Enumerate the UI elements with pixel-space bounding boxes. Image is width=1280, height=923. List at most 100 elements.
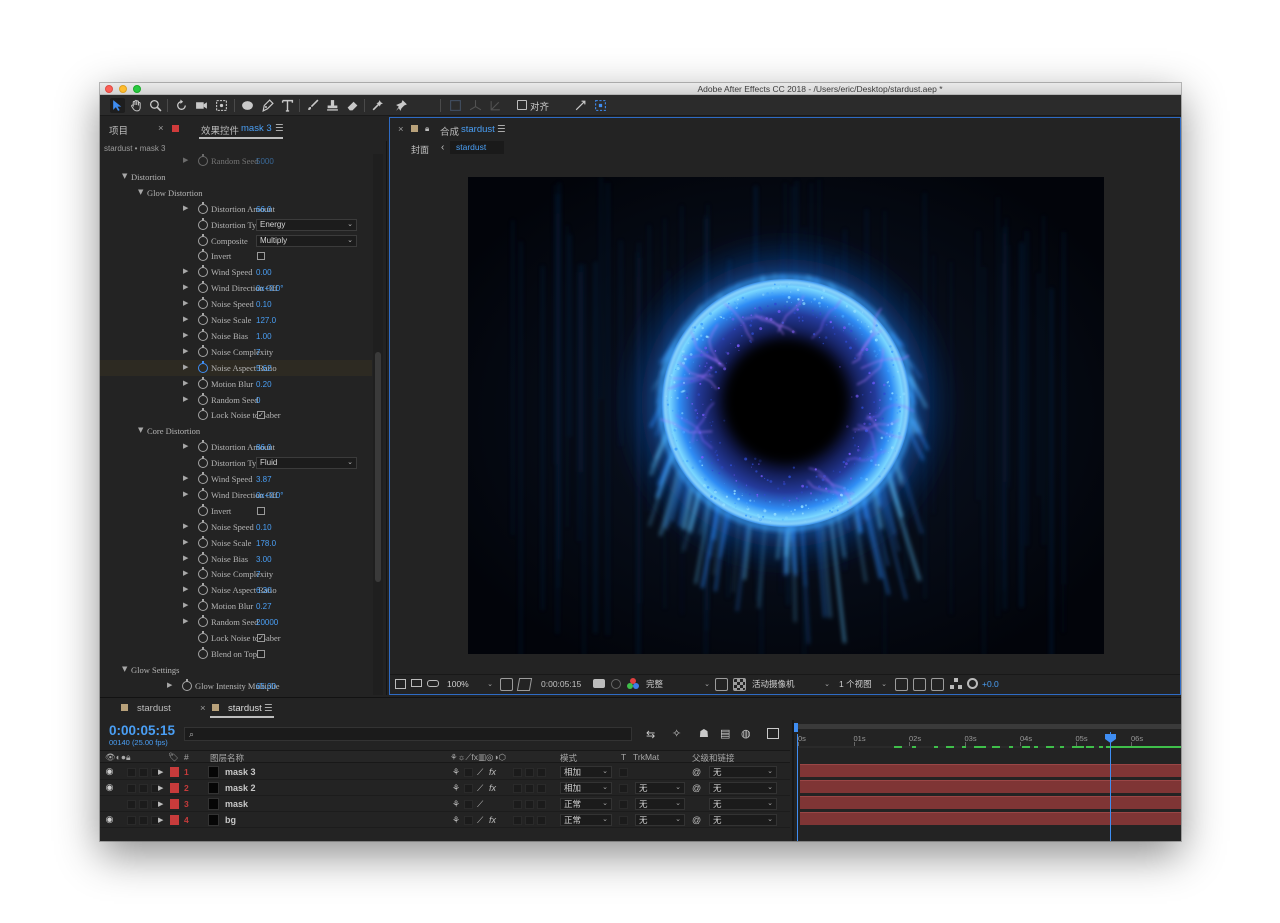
effect-property-row[interactable]: ▼ Distortion (100, 169, 372, 185)
layer-duration-bar[interactable] (800, 796, 1181, 809)
effect-group-name[interactable]: Core Distortion (147, 426, 200, 436)
effect-property-row[interactable]: Composite Multiply ⌄ (100, 233, 372, 249)
shy-switch-icon[interactable]: ⚘ (452, 799, 460, 810)
motion-blur-switch[interactable] (525, 816, 534, 825)
show-snapshot-icon[interactable] (611, 679, 621, 689)
shy-layers-icon[interactable]: ☗ (699, 727, 709, 740)
stopwatch-icon[interactable] (198, 249, 208, 262)
expand-triangle-icon[interactable]: ▶ (158, 784, 163, 792)
effect-group-name[interactable]: Glow Settings (131, 665, 179, 675)
shy-switch-icon[interactable]: ⚘ (452, 783, 460, 794)
work-area-bar[interactable] (796, 724, 1181, 729)
effect-property-value[interactable]: 127.0 (256, 316, 276, 325)
effects-switch-icon[interactable]: fx (489, 783, 496, 793)
expand-triangle-icon[interactable]: ▶ (183, 554, 188, 562)
blend-mode-dropdown[interactable]: 相加 ⌄ (560, 766, 612, 778)
effect-property-row[interactable]: Lock Noise to Saber ✓ (100, 630, 372, 646)
axis-world-icon[interactable] (468, 98, 483, 113)
blend-mode-dropdown[interactable]: 正常 ⌄ (560, 814, 612, 826)
effect-property-value[interactable]: 66.0 (256, 205, 272, 214)
adjustment-switch[interactable] (537, 816, 546, 825)
effect-property-row[interactable]: Lock Noise to Saber ✓ (100, 407, 372, 423)
effect-property-row[interactable]: ▶ Distortion Amount 66.0 (100, 201, 372, 217)
expand-triangle-icon[interactable]: ▶ (183, 331, 188, 339)
collapse-switch[interactable] (464, 768, 473, 777)
expand-triangle-icon[interactable]: ▶ (158, 768, 163, 776)
solo-toggle[interactable] (139, 768, 148, 777)
preserve-transparency-toggle[interactable] (619, 768, 628, 777)
crumb-composition[interactable]: stardust (450, 141, 504, 154)
effect-property-row[interactable]: Distortion Type Energy ⌄ (100, 217, 372, 233)
effect-property-value[interactable]: 1.00 (256, 332, 272, 341)
ellipse-tool-icon[interactable] (240, 98, 255, 113)
audio-toggle[interactable] (127, 816, 136, 825)
expand-triangle-icon[interactable]: ▶ (167, 681, 172, 689)
solo-toggle[interactable] (139, 800, 148, 809)
effect-property-row[interactable]: ▼ Core Distortion (100, 423, 372, 439)
draft-3d-icon[interactable]: ✧ (672, 727, 681, 740)
effect-property-checkbox[interactable] (257, 252, 265, 261)
time-ruler[interactable]: 0s 01s 02s 03s 04s 05s 06s (794, 720, 1181, 750)
stopwatch-icon[interactable] (198, 344, 208, 357)
audio-toggle[interactable] (127, 768, 136, 777)
adjustment-switch[interactable] (537, 768, 546, 777)
stopwatch-icon[interactable] (198, 233, 208, 246)
snapping-checkbox[interactable] (517, 100, 527, 110)
reset-exposure-icon[interactable] (967, 678, 978, 689)
tab-composition-name[interactable]: stardust (461, 124, 495, 135)
effect-property-row[interactable]: ▶ Noise Speed 0.10 (100, 296, 372, 312)
effect-property-row[interactable]: ▶ Noise Speed 0.10 (100, 519, 372, 535)
effect-property-value[interactable]: 0x+0.0° (256, 284, 283, 293)
effect-property-row[interactable]: ▶ Noise Aspect Ratio 6.30 (100, 582, 372, 598)
resolution-dropdown[interactable]: 完整 ⌄ (646, 678, 710, 691)
effect-property-value[interactable]: 178.0 (256, 539, 276, 548)
effect-property-row[interactable]: ▶ Wind Speed 0.00 (100, 264, 372, 280)
timeline-layer-row[interactable]: ◉ ▶ 1 mask 3 ⚘ ⟋ fx 相加 ⌄ @ 无 ⌄ (100, 764, 790, 780)
stopwatch-icon[interactable] (198, 313, 208, 325)
flowchart-icon[interactable] (950, 678, 962, 690)
close-tab-icon[interactable]: × (158, 123, 164, 134)
pan-behind-tool-icon[interactable] (214, 98, 229, 113)
stopwatch-icon[interactable] (198, 328, 208, 341)
effect-group-name[interactable]: Glow Distortion (147, 188, 203, 198)
layer-name[interactable]: mask (225, 799, 248, 809)
stopwatch-icon[interactable] (198, 360, 208, 373)
effect-property-dropdown[interactable]: Energy ⌄ (256, 218, 357, 231)
effect-property-checkbox[interactable]: ✓ (257, 634, 265, 642)
pick-whip-icon[interactable]: @ (692, 815, 701, 825)
shy-switch-icon[interactable]: ⚘ (452, 767, 460, 778)
close-tab-icon[interactable]: × (200, 703, 206, 714)
always-preview-icon[interactable] (395, 679, 406, 689)
effect-property-row[interactable]: Distortion Type Fluid ⌄ (100, 455, 372, 471)
timeline-icon[interactable] (931, 678, 944, 691)
stopwatch-icon[interactable] (198, 519, 208, 532)
quality-switch-icon[interactable]: ⟋ (477, 815, 483, 826)
expand-triangle-icon[interactable]: ▶ (183, 156, 188, 164)
expand-triangle-icon[interactable]: ▼ (122, 665, 127, 673)
panel-menu-icon[interactable]: ☰ (275, 123, 284, 134)
timeline-layer-row[interactable]: ◉ ▶ 2 mask 2 ⚘ ⟋ fx 相加 ⌄ 无 ⌄ @ 无 ⌄ (100, 780, 790, 796)
effect-property-row[interactable]: ▶ Noise Scale 127.0 (100, 312, 372, 328)
layer-label-color[interactable] (170, 767, 179, 777)
current-time-display[interactable]: 0:00:05:15 (541, 679, 581, 689)
layer-label-color[interactable] (170, 815, 179, 825)
effect-property-row[interactable]: ▶ Distortion Amount 86.0 (100, 439, 372, 455)
eraser-tool-icon[interactable] (345, 98, 360, 113)
parent-dropdown[interactable]: 无 ⌄ (709, 798, 777, 810)
stopwatch-icon[interactable] (198, 408, 208, 421)
effect-property-row[interactable]: ▶ Noise Complexity 7 (100, 344, 372, 360)
expand-triangle-icon[interactable]: ▶ (183, 569, 188, 577)
pen-tool-icon[interactable] (260, 98, 275, 113)
track-matte-dropdown[interactable]: 无 ⌄ (635, 798, 685, 810)
layer-duration-bar[interactable] (800, 812, 1181, 825)
transparency-grid-icon[interactable] (733, 678, 746, 691)
expand-triangle-icon[interactable]: ▶ (158, 800, 163, 808)
eye-icon[interactable]: ◉ (105, 767, 114, 776)
preserve-transparency-toggle[interactable] (619, 816, 628, 825)
stopwatch-icon[interactable] (198, 567, 208, 580)
expand-triangle-icon[interactable]: ▶ (183, 379, 188, 387)
monitor-icon[interactable] (411, 679, 422, 687)
stopwatch-icon[interactable] (198, 583, 208, 596)
tab-stardust-timeline[interactable]: stardust (228, 703, 262, 714)
toggle-pixel-aspect-icon[interactable] (895, 678, 908, 691)
